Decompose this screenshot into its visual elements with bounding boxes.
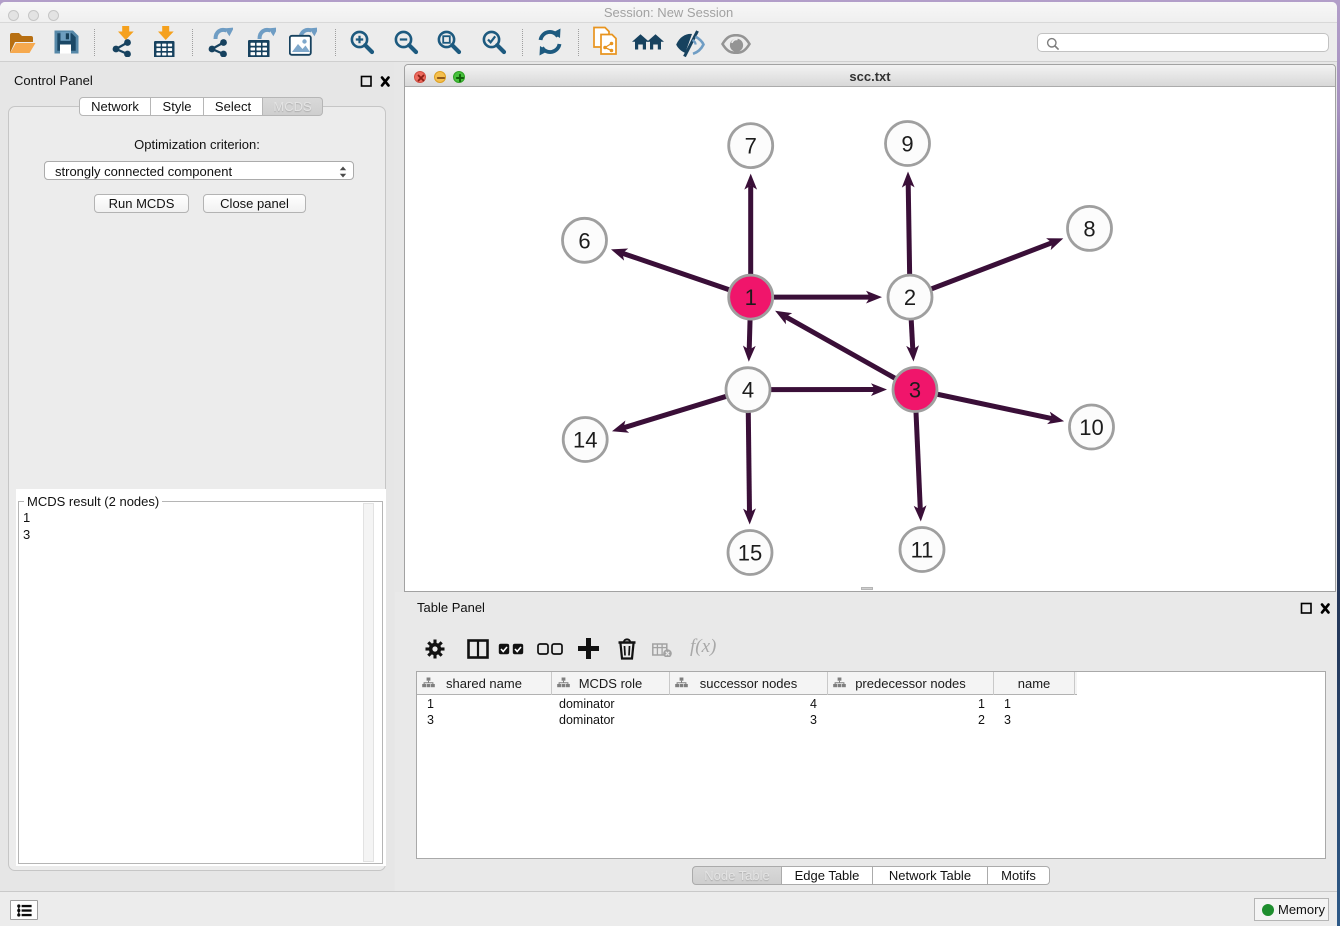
- svg-text:7: 7: [745, 134, 757, 159]
- svg-text:9: 9: [901, 132, 913, 157]
- svg-text:11: 11: [911, 538, 934, 563]
- svg-text:8: 8: [1083, 216, 1095, 241]
- svg-text:14: 14: [573, 428, 597, 453]
- svg-text:6: 6: [578, 228, 590, 253]
- svg-text:10: 10: [1079, 415, 1103, 440]
- svg-text:4: 4: [742, 378, 754, 403]
- svg-text:15: 15: [738, 541, 762, 566]
- svg-text:1: 1: [745, 285, 757, 310]
- svg-text:3: 3: [909, 378, 921, 403]
- svg-text:2: 2: [904, 285, 916, 310]
